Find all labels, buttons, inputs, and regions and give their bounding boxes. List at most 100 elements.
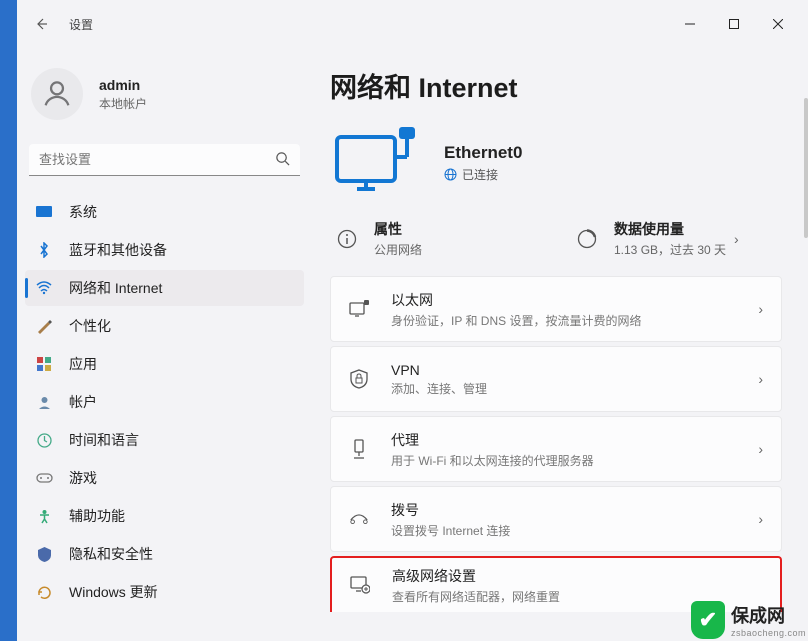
apps-icon	[35, 355, 53, 373]
user-block[interactable]: admin 本地帐户	[25, 62, 304, 138]
sidebar-item-accounts[interactable]: 帐户	[25, 384, 304, 420]
sidebar-item-label: 蓝牙和其他设备	[69, 240, 167, 260]
sidebar-item-label: 辅助功能	[69, 506, 125, 526]
sidebar-item-time[interactable]: 时间和语言	[25, 422, 304, 458]
watermark-name: 保成网	[731, 606, 785, 626]
chevron-right-icon: ›	[758, 441, 763, 457]
bluetooth-icon	[35, 241, 53, 259]
minimize-icon	[685, 19, 695, 29]
card-subtitle: 用于 Wi-Fi 和以太网连接的代理服务器	[391, 452, 750, 469]
window-title: 设置	[69, 16, 93, 33]
sidebar-item-label: 游戏	[69, 468, 97, 488]
window-controls	[668, 8, 800, 40]
vpn-icon	[349, 369, 369, 389]
connection-hero: Ethernet0 已连接	[330, 125, 782, 201]
chevron-right-icon: ›	[758, 511, 763, 527]
properties-button[interactable]: 属性 公用网络	[336, 219, 576, 258]
chevron-right-icon: ›	[758, 371, 763, 387]
accounts-icon	[35, 393, 53, 411]
window-body: admin 本地帐户 系统 蓝牙和其他设备 网络和 Internet 个性化 应…	[17, 48, 808, 641]
connection-status: 已连接	[444, 166, 522, 183]
sidebar-item-label: 系统	[69, 202, 97, 222]
time-icon	[35, 431, 53, 449]
card-subtitle: 身份验证，IP 和 DNS 设置，按流量计费的网络	[391, 312, 750, 329]
sidebar-item-privacy[interactable]: 隐私和安全性	[25, 536, 304, 572]
dialup-icon	[349, 509, 369, 529]
sidebar-item-apps[interactable]: 应用	[25, 346, 304, 382]
sidebar-item-bluetooth[interactable]: 蓝牙和其他设备	[25, 232, 304, 268]
card-proxy[interactable]: 代理用于 Wi-Fi 和以太网连接的代理服务器 ›	[330, 416, 782, 482]
search-box	[29, 144, 300, 176]
card-title: 拨号	[391, 500, 750, 520]
advanced-icon	[350, 575, 370, 595]
person-icon	[40, 77, 74, 111]
card-dialup[interactable]: 拨号设置拨号 Internet 连接 ›	[330, 486, 782, 552]
usage-subtitle: 1.13 GB，过去 30 天	[614, 241, 726, 258]
sidebar-item-label: 应用	[69, 354, 97, 374]
sidebar-item-personalize[interactable]: 个性化	[25, 308, 304, 344]
card-title: 高级网络设置	[392, 566, 762, 586]
chevron-right-icon: ›	[734, 231, 739, 247]
globe-icon	[444, 168, 457, 181]
connection-status-text: 已连接	[462, 166, 498, 183]
sidebar-item-accessibility[interactable]: 辅助功能	[25, 498, 304, 534]
card-title: VPN	[391, 362, 750, 378]
watermark-url: zsbaocheng.com	[731, 628, 806, 638]
desktop-edge	[0, 0, 17, 641]
usage-title: 数据使用量	[614, 219, 726, 239]
chevron-right-icon: ›	[758, 301, 763, 317]
page-title: 网络和 Internet	[330, 66, 782, 105]
card-subtitle: 设置拨号 Internet 连接	[391, 522, 750, 539]
user-subtitle: 本地帐户	[99, 95, 147, 112]
settings-window: 设置 admin 本地帐户	[17, 0, 808, 641]
titlebar: 设置	[17, 0, 808, 48]
avatar	[31, 68, 83, 120]
gaming-icon	[35, 469, 53, 487]
sidebar-item-label: 时间和语言	[69, 430, 139, 450]
data-usage-button[interactable]: 数据使用量 1.13 GB，过去 30 天 ›	[576, 219, 776, 258]
minimize-button[interactable]	[668, 8, 712, 40]
ethernet-icon	[349, 299, 369, 319]
search-input[interactable]	[29, 144, 300, 176]
quick-row: 属性 公用网络 数据使用量 1.13 GB，过去 30 天 ›	[330, 215, 782, 276]
network-icon	[35, 279, 53, 297]
card-vpn[interactable]: VPN添加、连接、管理 ›	[330, 346, 782, 412]
sidebar-item-label: 网络和 Internet	[69, 278, 162, 298]
accessibility-icon	[35, 507, 53, 525]
user-text: admin 本地帐户	[99, 77, 147, 112]
sidebar: admin 本地帐户 系统 蓝牙和其他设备 网络和 Internet 个性化 应…	[17, 48, 312, 641]
sidebar-item-system[interactable]: 系统	[25, 194, 304, 230]
scrollbar[interactable]	[804, 98, 808, 238]
back-button[interactable]	[25, 8, 57, 40]
card-title: 以太网	[391, 290, 750, 310]
settings-list: 以太网身份验证，IP 和 DNS 设置，按流量计费的网络 › VPN添加、连接、…	[330, 276, 782, 612]
user-name: admin	[99, 77, 147, 93]
close-icon	[773, 19, 783, 29]
sidebar-item-label: 个性化	[69, 316, 111, 336]
sidebar-item-label: Windows 更新	[69, 582, 158, 602]
proxy-icon	[349, 439, 369, 459]
update-icon	[35, 583, 53, 601]
connection-name: Ethernet0	[444, 143, 522, 163]
info-icon	[336, 228, 358, 250]
search-icon	[275, 151, 290, 171]
sidebar-item-label: 帐户	[69, 392, 97, 412]
properties-title: 属性	[374, 219, 422, 239]
sidebar-item-network[interactable]: 网络和 Internet	[25, 270, 304, 306]
maximize-button[interactable]	[712, 8, 756, 40]
sidebar-item-label: 隐私和安全性	[69, 544, 153, 564]
nav-list: 系统 蓝牙和其他设备 网络和 Internet 个性化 应用 帐户 时间和语言 …	[25, 194, 304, 610]
close-button[interactable]	[756, 8, 800, 40]
watermark: ✔ 保成网 zsbaocheng.com	[691, 601, 806, 639]
sidebar-item-update[interactable]: Windows 更新	[25, 574, 304, 610]
card-title: 代理	[391, 430, 750, 450]
content-area: 网络和 Internet Ethernet0 已连接 属性	[312, 48, 808, 641]
connection-text: Ethernet0 已连接	[444, 143, 522, 183]
sidebar-item-gaming[interactable]: 游戏	[25, 460, 304, 496]
back-icon	[33, 16, 49, 32]
properties-subtitle: 公用网络	[374, 241, 422, 258]
privacy-icon	[35, 545, 53, 563]
card-ethernet[interactable]: 以太网身份验证，IP 和 DNS 设置，按流量计费的网络 ›	[330, 276, 782, 342]
monitor-ethernet-icon	[330, 125, 426, 201]
maximize-icon	[729, 19, 739, 29]
